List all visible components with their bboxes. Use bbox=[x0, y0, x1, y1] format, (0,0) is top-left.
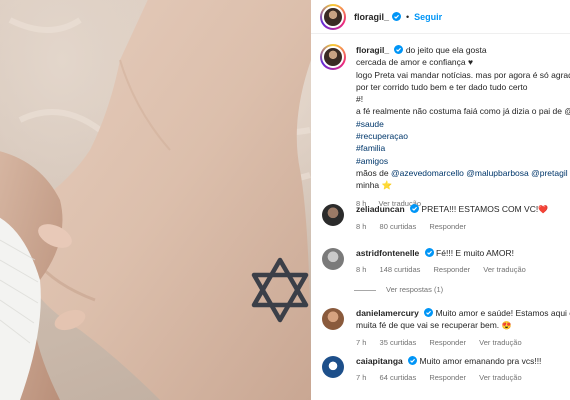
comment-username[interactable]: astridfontenelle bbox=[356, 248, 419, 258]
mention-link[interactable]: @pretagil bbox=[531, 168, 568, 178]
comment-text: muita fé de que vai se recuperar bem. bbox=[356, 320, 500, 330]
caption-line: por ter corrido tudo bem e ter dado tudo… bbox=[356, 81, 528, 92]
comment-username[interactable]: danielamercury bbox=[356, 308, 419, 318]
heart-emoji: ❤️ bbox=[538, 205, 549, 214]
mention-link[interactable]: @azevedomarcello bbox=[391, 168, 464, 178]
reply-button[interactable]: Responder bbox=[429, 222, 466, 231]
photo-hands-illustration bbox=[0, 0, 311, 400]
comment-likes[interactable]: 80 curtidas bbox=[380, 222, 417, 231]
comment-item: danielamercury Muito amor e saúde! Estam… bbox=[320, 307, 570, 355]
comment-time: 7 h bbox=[356, 373, 367, 382]
post-photo bbox=[0, 0, 311, 400]
comment-avatar[interactable] bbox=[322, 248, 344, 270]
comment-avatar[interactable] bbox=[322, 308, 344, 330]
comment-item: caiapitanga Muito amor emanando pra vcs!… bbox=[320, 355, 570, 393]
comment-item: zeliaduncan PRETA!!! ESTAMOS COM VC!❤️ 8… bbox=[320, 203, 570, 247]
caption-text: mãos de bbox=[356, 167, 389, 178]
comment-likes[interactable]: 35 curtidas bbox=[380, 338, 417, 347]
hashtag-link[interactable]: #recuperaçao bbox=[356, 130, 570, 142]
verified-icon bbox=[392, 12, 402, 21]
comment-likes[interactable]: 64 curtidas bbox=[380, 373, 417, 382]
hashtag-link[interactable]: #saude bbox=[356, 118, 570, 130]
caption-username[interactable]: floragil_ bbox=[356, 45, 389, 55]
comment-item: astridfontenelle Fé!!! E muito AMOR! 8 h… bbox=[320, 247, 570, 285]
post-side-panel: floragil_ • Seguir floragil_ do jeito qu… bbox=[311, 0, 570, 400]
comment-text: PRETA!!! ESTAMOS COM VC! bbox=[421, 204, 539, 214]
hashtag-link[interactable]: #amigos bbox=[356, 155, 570, 167]
comment-time: 8 h bbox=[356, 222, 367, 231]
caption-line: cercada de amor e confiança ♥ bbox=[356, 57, 474, 68]
caption-line: #! bbox=[356, 94, 364, 105]
hashtag-link[interactable]: #familia bbox=[356, 142, 570, 154]
verified-icon bbox=[424, 308, 434, 317]
verified-icon bbox=[424, 248, 434, 257]
reply-button[interactable]: Responder bbox=[433, 265, 470, 274]
comment-username[interactable]: caiapitanga bbox=[356, 356, 403, 366]
star-emoji: ⭐ bbox=[381, 180, 393, 191]
comment-likes[interactable]: 148 curtidas bbox=[380, 265, 421, 274]
verified-icon bbox=[394, 45, 404, 54]
mention-link[interactable]: @malupbarbosa bbox=[466, 168, 529, 178]
view-replies-button[interactable]: Ver respostas (1) bbox=[354, 285, 570, 307]
reply-button[interactable]: Responder bbox=[429, 373, 466, 382]
caption-line: a fé realmente não costuma faiá como já … bbox=[356, 106, 570, 117]
follow-button[interactable]: Seguir bbox=[414, 12, 442, 22]
comments-list: zeliaduncan PRETA!!! ESTAMOS COM VC!❤️ 8… bbox=[320, 203, 570, 393]
caption-text: minha bbox=[356, 180, 380, 191]
comment-avatar[interactable] bbox=[322, 356, 344, 378]
caption-avatar[interactable] bbox=[320, 44, 346, 70]
translate-link[interactable]: Ver tradução bbox=[479, 338, 522, 347]
post-header: floragil_ • Seguir bbox=[311, 0, 570, 34]
replies-divider bbox=[354, 289, 376, 291]
author-username[interactable]: floragil_ bbox=[354, 12, 389, 22]
comment-avatar[interactable] bbox=[322, 204, 344, 226]
comment-username[interactable]: zeliaduncan bbox=[356, 204, 405, 214]
comment-time: 7 h bbox=[356, 338, 367, 347]
translate-link[interactable]: Ver tradução bbox=[479, 373, 522, 382]
verified-icon bbox=[410, 204, 420, 213]
caption-line: logo Preta vai mandar notícias. mas por … bbox=[356, 69, 570, 80]
comment-text: Muito amor emanando pra vcs!!! bbox=[419, 356, 542, 366]
author-avatar[interactable] bbox=[320, 3, 346, 30]
reply-button[interactable]: Responder bbox=[429, 338, 466, 347]
verified-icon bbox=[408, 356, 418, 365]
smile-emoji: 😍 bbox=[501, 321, 512, 330]
translate-link[interactable]: Ver tradução bbox=[483, 265, 526, 274]
post-caption: floragil_ do jeito que ela gosta cercada… bbox=[320, 44, 570, 210]
comment-text: Fé!!! E muito AMOR! bbox=[436, 248, 514, 258]
comment-text: Muito amor e saúde! Estamos aqui com bbox=[435, 308, 570, 318]
view-replies-label[interactable]: Ver respostas (1) bbox=[386, 285, 443, 294]
caption-line: do jeito que ela gosta bbox=[405, 45, 487, 55]
separator-dot: • bbox=[406, 11, 410, 22]
comment-time: 8 h bbox=[356, 265, 367, 274]
